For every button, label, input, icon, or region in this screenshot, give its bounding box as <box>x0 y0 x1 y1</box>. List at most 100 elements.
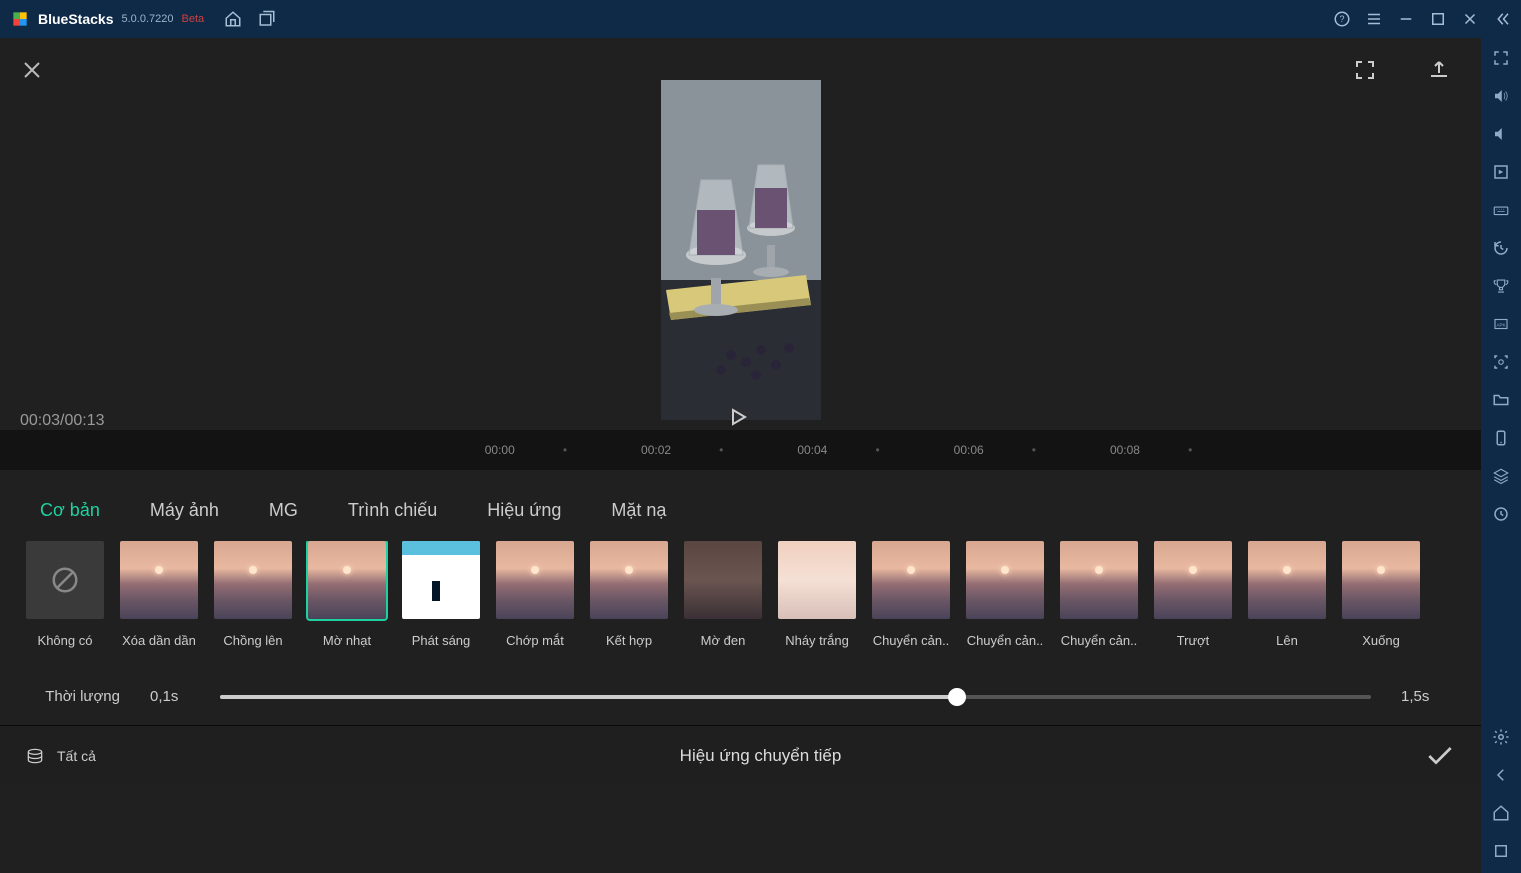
effect-item-8[interactable]: Nháy trắng <box>778 541 856 648</box>
effect-thumb[interactable] <box>214 541 292 619</box>
time-label: 00:03/00:13 <box>20 412 105 430</box>
effect-item-1[interactable]: Xóa dần dần <box>120 541 198 648</box>
recent-icon[interactable] <box>1491 841 1511 861</box>
app-beta-label: Beta <box>181 13 204 25</box>
preview-area: 00:03/00:13 <box>0 38 1481 430</box>
tab-5[interactable]: Mặt nạ <box>611 500 666 521</box>
effect-item-14[interactable]: Xuống <box>1342 541 1420 648</box>
effect-label: Chuyển cản.. <box>873 633 950 648</box>
preview-image <box>661 80 821 420</box>
device-icon[interactable] <box>1491 428 1511 448</box>
effect-thumb[interactable] <box>1060 541 1138 619</box>
effect-item-3[interactable]: Mờ nhạt <box>308 541 386 648</box>
effect-label: Nháy trắng <box>785 633 849 648</box>
effect-thumb[interactable] <box>778 541 856 619</box>
effect-item-13[interactable]: Lên <box>1248 541 1326 648</box>
effect-label: Xuống <box>1362 633 1400 648</box>
ruler-tick: 00:06 <box>954 443 984 457</box>
tab-4[interactable]: Hiệu ứng <box>487 500 561 521</box>
effect-item-0[interactable]: Không có <box>26 541 104 648</box>
effects-row: Không có Xóa dần dần Chồng lên Mờ nhạt Phát … <box>0 541 1481 648</box>
home-side-icon[interactable] <box>1491 803 1511 823</box>
screenshot-icon[interactable] <box>1491 352 1511 372</box>
effect-item-9[interactable]: Chuyển cản.. <box>872 541 950 648</box>
effect-thumb[interactable] <box>1342 541 1420 619</box>
ruler-tick: 00:00 <box>485 443 515 457</box>
effect-thumb[interactable] <box>966 541 1044 619</box>
tab-3[interactable]: Trình chiếu <box>348 500 437 521</box>
home-icon[interactable] <box>224 10 242 28</box>
duration-row: Thời lượng 0,1s 1,5s <box>0 648 1481 725</box>
ruler-tick: 00:02 <box>641 443 671 457</box>
effect-thumb[interactable] <box>684 541 762 619</box>
effect-label: Chuyển cản.. <box>1061 633 1138 648</box>
effect-label: Chớp mắt <box>506 633 564 648</box>
effect-thumb[interactable] <box>1248 541 1326 619</box>
minimize-icon[interactable] <box>1397 10 1415 28</box>
clock-icon[interactable] <box>1491 504 1511 524</box>
close-icon[interactable] <box>20 58 44 82</box>
menu-icon[interactable] <box>1365 10 1383 28</box>
effect-item-7[interactable]: Mờ đen <box>684 541 762 648</box>
titlebar: BlueStacks 5.0.0.7220 Beta ? <box>0 0 1521 38</box>
effect-thumb[interactable] <box>308 541 386 619</box>
effect-label: Chuyển cản.. <box>967 633 1044 648</box>
volume-up-icon[interactable] <box>1491 86 1511 106</box>
rotate-icon[interactable] <box>1491 162 1511 182</box>
tabs-icon[interactable] <box>258 10 276 28</box>
effect-item-12[interactable]: Trượt <box>1154 541 1232 648</box>
volume-icon[interactable] <box>1491 124 1511 144</box>
effect-item-11[interactable]: Chuyển cản.. <box>1060 541 1138 648</box>
effect-thumb[interactable] <box>872 541 950 619</box>
svg-text:APK: APK <box>1496 322 1505 327</box>
effect-item-6[interactable]: Kết hợp <box>590 541 668 648</box>
effect-thumb[interactable] <box>402 541 480 619</box>
tab-0[interactable]: Cơ bản <box>40 500 100 521</box>
effect-thumb[interactable] <box>496 541 574 619</box>
ruler-tick: 00:04 <box>797 443 827 457</box>
fullscreen-side-icon[interactable] <box>1491 48 1511 68</box>
duration-slider[interactable] <box>220 695 1371 699</box>
tab-1[interactable]: Máy ảnh <box>150 500 219 521</box>
effect-item-2[interactable]: Chồng lên <box>214 541 292 648</box>
layers-icon[interactable] <box>1491 466 1511 486</box>
apply-all-button[interactable]: Tất cả <box>25 746 96 766</box>
effect-label: Mờ nhạt <box>323 633 371 648</box>
effect-label: Không có <box>38 633 93 648</box>
effect-tabs: Cơ bản Máy ảnh MG Trình chiếu Hiệu ứng Mặt nạ <box>0 470 1481 541</box>
effect-thumb[interactable] <box>1154 541 1232 619</box>
effect-thumb[interactable] <box>590 541 668 619</box>
close-window-icon[interactable] <box>1461 10 1479 28</box>
effect-label: Mờ đen <box>701 633 746 648</box>
collapse-icon[interactable] <box>1493 10 1511 28</box>
fullscreen-icon[interactable] <box>1353 58 1377 82</box>
help-icon[interactable]: ? <box>1333 10 1351 28</box>
history-icon[interactable] <box>1491 238 1511 258</box>
tab-2[interactable]: MG <box>269 500 298 521</box>
effect-label: Xóa dần dần <box>122 633 196 648</box>
back-icon[interactable] <box>1491 765 1511 785</box>
maximize-icon[interactable] <box>1429 10 1447 28</box>
keyboard-icon[interactable] <box>1491 200 1511 220</box>
svg-text:?: ? <box>1339 14 1344 24</box>
effect-label: Phát sáng <box>412 633 471 648</box>
effect-label: Trượt <box>1177 633 1210 648</box>
confirm-button[interactable] <box>1424 740 1456 772</box>
ruler-tick: 00:08 <box>1110 443 1140 457</box>
folder-icon[interactable] <box>1491 390 1511 410</box>
effect-item-4[interactable]: Phát sáng <box>402 541 480 648</box>
trophy-icon[interactable] <box>1491 276 1511 296</box>
effect-label: Lên <box>1276 633 1298 648</box>
apk-icon[interactable]: APK <box>1491 314 1511 334</box>
effect-item-5[interactable]: Chớp mắt <box>496 541 574 648</box>
duration-label: Thời lượng <box>40 688 120 705</box>
effect-thumb[interactable] <box>26 541 104 619</box>
effect-item-10[interactable]: Chuyển cản.. <box>966 541 1044 648</box>
timeline-ruler[interactable]: 00:00 • 00:02 • 00:04 • 00:06 • 00:08 • <box>0 430 1481 470</box>
panel-title: Hiệu ứng chuyển tiếp <box>680 746 842 766</box>
app-name: BlueStacks <box>38 11 113 27</box>
export-icon[interactable] <box>1427 58 1451 82</box>
slider-handle[interactable] <box>948 688 966 706</box>
effect-thumb[interactable] <box>120 541 198 619</box>
settings-icon[interactable] <box>1491 727 1511 747</box>
